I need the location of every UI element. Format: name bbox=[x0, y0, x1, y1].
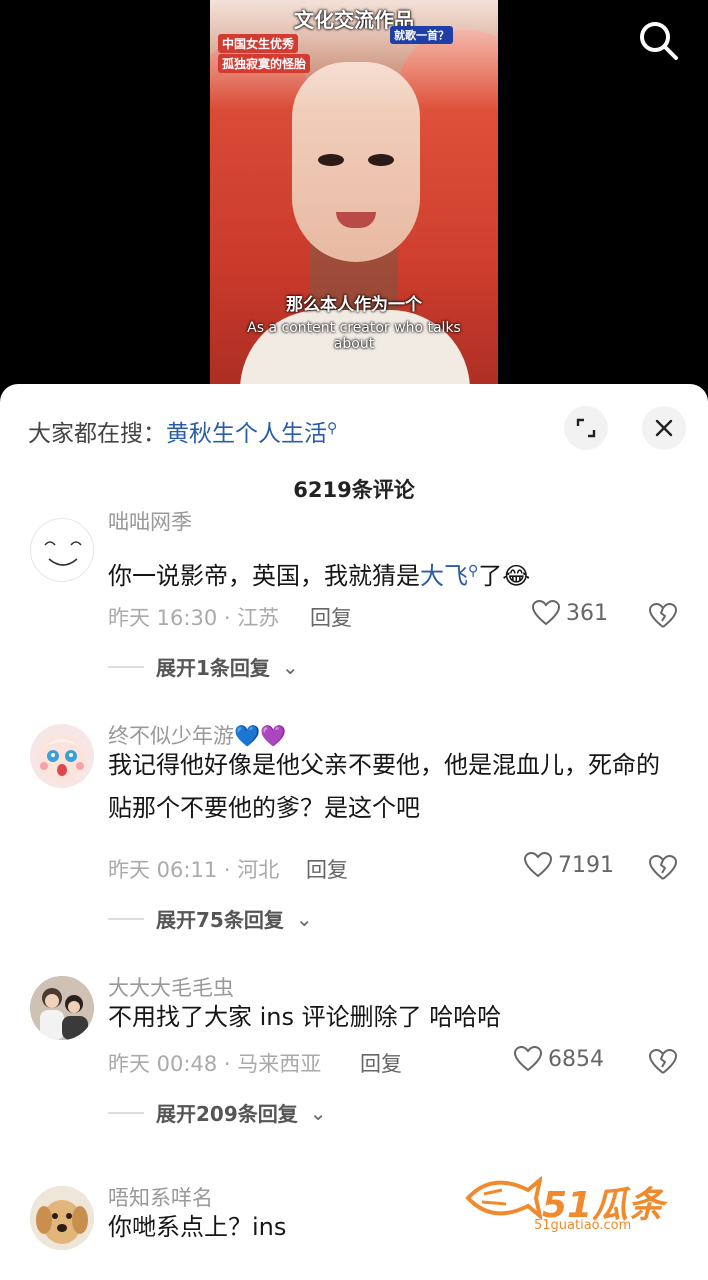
video-figure-eye bbox=[318, 154, 344, 166]
comment-time-location: 昨天 06:11 · 河北 bbox=[108, 858, 280, 882]
expand-panel-button[interactable] bbox=[564, 406, 608, 450]
chevron-down-icon: ⌄ bbox=[309, 1100, 327, 1125]
watermark-logo: 51瓜条 51guatiao.com bbox=[462, 1168, 692, 1238]
heart-icon bbox=[532, 600, 560, 626]
close-button[interactable] bbox=[642, 406, 686, 450]
reply-button[interactable]: 回复 bbox=[310, 602, 352, 632]
like-button[interactable]: 7191 bbox=[524, 852, 614, 878]
search-button[interactable] bbox=[636, 18, 680, 62]
comment-time-location: 昨天 00:48 · 马来西亚 bbox=[108, 1052, 322, 1076]
video-subtitle-chinese: 那么本人作为一个 bbox=[286, 295, 422, 315]
broken-heart-icon bbox=[649, 603, 677, 628]
avatar[interactable] bbox=[30, 518, 94, 582]
comment-text: 你一说影帝，英国，我就猜是大飞⚲了😂 bbox=[108, 550, 678, 598]
comment-text-part: 你一说影帝，英国，我就猜是 bbox=[108, 562, 420, 590]
like-count: 7191 bbox=[558, 852, 614, 878]
like-button[interactable]: 6854 bbox=[514, 1046, 604, 1072]
video-overlay-tag: 就歌一首？ bbox=[390, 26, 453, 44]
dislike-button[interactable] bbox=[648, 602, 678, 632]
expand-replies-button[interactable]: 展开209条回复 ⌄ bbox=[108, 1098, 327, 1127]
expand-replies-label: 展开1条回复 bbox=[156, 656, 270, 680]
photo-avatar-icon bbox=[30, 976, 94, 1040]
hot-search-label: 大家都在搜： bbox=[28, 421, 166, 447]
smile-face-icon bbox=[44, 541, 82, 566]
expand-replies-label: 展开75条回复 bbox=[156, 908, 284, 932]
broken-heart-icon bbox=[649, 1049, 677, 1074]
video-overlay-title: 文化交流作品 bbox=[294, 8, 414, 32]
video-frame[interactable]: 文化交流作品 中国女生优秀 孤独寂寞的怪胎 就歌一首？ 那么本人作为一个 As … bbox=[210, 0, 498, 400]
avatar[interactable] bbox=[30, 724, 94, 788]
avatar[interactable] bbox=[30, 1186, 94, 1250]
close-icon bbox=[655, 419, 673, 437]
chevron-down-icon: ⌄ bbox=[295, 906, 313, 931]
video-figure-mouth bbox=[336, 212, 376, 228]
fish-logo-icon bbox=[465, 1175, 542, 1221]
comment-text-part: 了😂 bbox=[478, 562, 531, 590]
watermark-url: 51guatiao.com bbox=[534, 1218, 632, 1233]
heart-icon bbox=[524, 852, 552, 878]
reply-button[interactable]: 回复 bbox=[306, 854, 348, 884]
search-icon: ⚲ bbox=[468, 563, 479, 579]
video-subtitle-english: As a content creator who talks about bbox=[247, 320, 461, 352]
video-overlay-tag: 中国女生优秀 bbox=[218, 34, 299, 53]
video-figure-eye bbox=[368, 154, 394, 166]
broken-heart-icon bbox=[649, 855, 677, 880]
hot-search-keyword[interactable]: 黄秋生个人生活 bbox=[166, 421, 327, 447]
reply-button[interactable]: 回复 bbox=[360, 1048, 402, 1078]
expand-replies-button[interactable]: 展开1条回复 ⌄ bbox=[108, 652, 299, 681]
chevron-down-icon: ⌄ bbox=[281, 654, 299, 679]
search-icon bbox=[640, 22, 678, 60]
comment-text: 不用找了大家 ins 评论删除了 哈哈哈 bbox=[108, 1003, 502, 1031]
comment-text: 我记得他好像是他父亲不要他，他是混血儿，死命的贴那个不要他的爹？是这个吧 bbox=[108, 751, 660, 822]
cartoon-avatar-icon bbox=[38, 734, 86, 782]
comment-count-title: 6219条评论 bbox=[293, 478, 415, 502]
like-button[interactable]: 361 bbox=[532, 600, 608, 626]
like-count: 6854 bbox=[548, 1046, 604, 1072]
divider bbox=[108, 917, 144, 920]
expand-icon bbox=[576, 418, 596, 438]
comment-keyword-link[interactable]: 大飞 bbox=[420, 562, 468, 590]
comment-time-location: 昨天 16:30 · 江苏 bbox=[108, 606, 280, 630]
hot-search-bar[interactable]: 大家都在搜：黄秋生个人生活⚲ bbox=[28, 414, 337, 448]
dislike-button[interactable] bbox=[648, 1048, 678, 1078]
video-overlay-tag: 孤独寂寞的怪胎 bbox=[218, 54, 311, 73]
search-icon: ⚲ bbox=[327, 420, 338, 437]
expand-replies-button[interactable]: 展开75条回复 ⌄ bbox=[108, 904, 313, 933]
divider bbox=[108, 665, 144, 668]
like-count: 361 bbox=[566, 600, 608, 626]
dog-avatar-icon bbox=[30, 1186, 94, 1250]
heart-icon bbox=[514, 1046, 542, 1072]
dislike-button[interactable] bbox=[648, 854, 678, 884]
comment-panel: 大家都在搜：黄秋生个人生活⚲ 6219条评论 咄咄网季 你一说影帝，英国，我就猜… bbox=[0, 384, 708, 1280]
expand-replies-label: 展开209条回复 bbox=[156, 1102, 298, 1126]
divider bbox=[108, 1111, 144, 1114]
comment-username[interactable]: 咄咄网季 bbox=[108, 506, 192, 536]
avatar[interactable] bbox=[30, 976, 94, 1040]
video-player[interactable]: 文化交流作品 中国女生优秀 孤独寂寞的怪胎 就歌一首？ 那么本人作为一个 As … bbox=[0, 0, 708, 400]
